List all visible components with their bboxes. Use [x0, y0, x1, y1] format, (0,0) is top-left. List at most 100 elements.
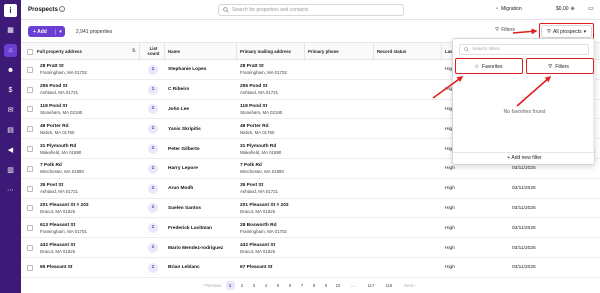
column-header-address[interactable]: Full property address ⇅ [37, 43, 139, 61]
property-address[interactable]: 613 Pleasant St [40, 223, 138, 228]
property-address[interactable]: 31 Plymouth Rd [40, 144, 138, 149]
page-button[interactable]: 8 [308, 283, 320, 288]
property-address[interactable]: 35 Post St [40, 183, 138, 188]
list-count-badge[interactable]: 1 [148, 203, 158, 214]
home-icon[interactable]: ⌂ [4, 44, 17, 57]
list-count-badge[interactable]: 1 [148, 144, 158, 155]
row-checkbox[interactable] [27, 165, 33, 172]
page-button[interactable]: 118 [380, 283, 398, 288]
page-button[interactable]: 1 [225, 280, 235, 290]
property-address[interactable]: 7 Polk Rd [40, 163, 138, 168]
folder-icon[interactable]: ▤ [4, 124, 17, 137]
global-search[interactable] [218, 4, 404, 16]
table-row[interactable]: 65 Pleasant St 1 Brian Leblanc 67 Pleasa… [21, 258, 600, 278]
dollar-icon[interactable]: $ [4, 84, 17, 97]
column-header-record-status[interactable]: Record status [373, 43, 441, 61]
list-count-badge[interactable]: 1 [148, 163, 158, 174]
scrollbar[interactable] [593, 43, 595, 148]
row-checkbox[interactable] [27, 245, 33, 252]
page-button[interactable]: 117 [362, 283, 380, 288]
row-checkbox[interactable] [27, 66, 33, 73]
property-address[interactable]: 432 Pleasant St [40, 243, 138, 248]
chevron-down-icon[interactable]: ▾ [55, 28, 65, 35]
add-button[interactable]: + Add ▾ [28, 26, 65, 37]
owner-name[interactable]: John Lee [168, 107, 236, 112]
mailing-address: 432 Pleasant St [240, 242, 276, 248]
page-button[interactable]: 9 [320, 283, 332, 288]
view-selector[interactable]: ⛛ All prospects ▾ [541, 25, 592, 38]
owner-name[interactable]: Arun Modh [168, 186, 236, 191]
grid-icon[interactable]: ▦ [4, 24, 17, 37]
list-count-badge[interactable]: 1 [148, 124, 158, 135]
previous-page-button[interactable]: ‹ Previous [200, 283, 224, 288]
table-row[interactable]: 613 Pleasant St Framingham, MA 01701 1 F… [21, 218, 600, 239]
owner-name[interactable]: Frederick Lavitman [168, 226, 236, 231]
owner-name[interactable]: Mario Mendez-rodriguez [168, 246, 236, 251]
list-count-badge[interactable]: 1 [148, 104, 158, 115]
owner-name[interactable]: Brian Leblanc [168, 265, 236, 270]
page-button[interactable]: 6 [284, 283, 296, 288]
column-header-name[interactable]: Name [164, 43, 236, 61]
filters-button[interactable]: ⛛ Filters [495, 27, 515, 33]
more-icon[interactable]: ⋯ [4, 184, 17, 197]
owner-name[interactable]: Stephanie Lopes [168, 67, 236, 72]
page-button[interactable]: 10 [332, 283, 344, 288]
list-count-badge[interactable]: 1 [148, 223, 158, 234]
table-row[interactable]: 35 Post St Ashland, MA 01721 1 Arun Modh… [21, 179, 600, 199]
select-all-checkbox[interactable] [27, 49, 33, 55]
chart-icon[interactable]: ▥ [4, 164, 17, 177]
users-icon[interactable]: ☻ [4, 64, 17, 77]
list-count-badge[interactable]: 1 [148, 64, 158, 75]
property-address[interactable]: 65 Pleasant St [40, 265, 138, 270]
property-address[interactable]: 118 Pond St [40, 104, 138, 109]
row-checkbox[interactable] [27, 86, 33, 93]
chat-icon[interactable]: ▭ [587, 5, 595, 13]
page-button[interactable]: 5 [272, 283, 284, 288]
app-logo[interactable]: i [4, 4, 17, 17]
list-count-badge[interactable]: 1 [148, 183, 158, 194]
tab-favorites[interactable]: ☆ Favorites [458, 61, 519, 73]
owner-name[interactable]: Peter Gilberto [168, 147, 236, 152]
page-button[interactable]: 2 [236, 283, 248, 288]
row-checkbox[interactable] [27, 205, 33, 212]
owner-name[interactable]: Yanis Skripitis [168, 127, 236, 132]
list-count-badge[interactable]: 1 [148, 262, 158, 273]
table-row[interactable]: 201 Pleasant St # 203 Dracut, MA 01826 1… [21, 199, 600, 219]
list-count-badge[interactable]: 1 [148, 84, 158, 95]
filter-search-input[interactable] [472, 47, 582, 52]
next-page-button[interactable]: Next › [398, 283, 422, 288]
inbox-icon[interactable]: ✉ [4, 104, 17, 117]
column-header-mailing[interactable]: Primary mailing address [236, 43, 304, 61]
status-value: High [445, 245, 455, 251]
info-icon[interactable]: i [59, 6, 65, 12]
row-checkbox[interactable] [27, 126, 33, 133]
page-button[interactable]: 4 [260, 283, 272, 288]
row-checkbox[interactable] [27, 146, 33, 153]
property-address[interactable]: 28 Pratt St [40, 64, 138, 69]
property-address[interactable]: 48 Porter Rd [40, 124, 138, 129]
owner-name[interactable]: Suelen Santos [168, 206, 236, 211]
credits-balance[interactable]: $0.00 ⊕ [556, 6, 575, 12]
search-input[interactable] [232, 7, 402, 13]
megaphone-icon[interactable]: ◀ [4, 144, 17, 157]
row-checkbox[interactable] [27, 106, 33, 113]
owner-name[interactable]: C Ribeiro [168, 87, 236, 92]
row-checkbox[interactable] [27, 185, 33, 192]
property-address[interactable]: 201 Pleasant St # 203 [40, 203, 138, 208]
list-count-badge[interactable]: 1 [148, 243, 158, 254]
sort-icon[interactable]: ⇅ [132, 49, 136, 55]
row-checkbox[interactable] [27, 264, 33, 271]
page-button[interactable]: 3 [248, 283, 260, 288]
tab-filters[interactable]: ⛛ Filters [529, 61, 588, 73]
migration-button[interactable]: ◔ Migration [495, 6, 522, 12]
mailing-address: 48 Porter Rd [240, 123, 269, 129]
column-header-list-count[interactable]: List count [139, 43, 164, 61]
filter-search[interactable] [459, 44, 589, 55]
property-address[interactable]: 255 Pond St [40, 84, 138, 89]
add-filter-button[interactable]: + Add new filter [453, 155, 596, 161]
owner-name[interactable]: Harry Lepore [168, 166, 236, 171]
table-row[interactable]: 432 Pleasant St Dracut, MA 01826 1 Mario… [21, 238, 600, 258]
column-header-phone[interactable]: Primary phone [304, 43, 373, 61]
page-button[interactable]: 7 [296, 283, 308, 288]
row-checkbox[interactable] [27, 225, 33, 232]
